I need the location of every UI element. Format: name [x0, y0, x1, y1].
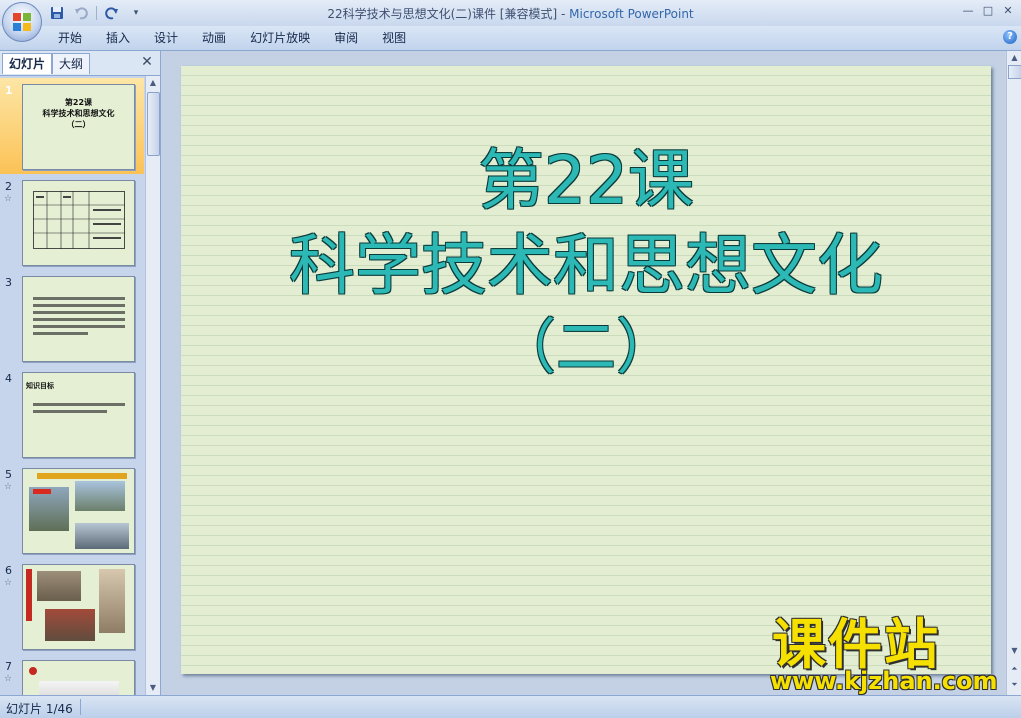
slide-thumbnail-4[interactable]: 4 知识目标: [0, 366, 144, 462]
window-title: 22科学技术与思想文化(二)课件 [兼容模式] - Microsoft Powe…: [0, 5, 1021, 22]
slide-thumbnail-1[interactable]: 1 第22课 科学技术和思想文化 （二）: [0, 78, 144, 174]
thumbnails-scrollbar[interactable]: ▲ ▼: [145, 76, 160, 695]
slides-pane: 幻灯片 大纲 ✕ 1 第22课 科学技术和思想文化 （二） 2 ☆ 3 4 知识…: [0, 51, 161, 695]
tab-outline[interactable]: 大纲: [52, 53, 91, 74]
tab-insert[interactable]: 插入: [94, 26, 142, 50]
tab-view[interactable]: 视图: [370, 26, 418, 50]
thumbnail-image: [22, 660, 135, 695]
scroll-up-icon[interactable]: ▲: [147, 77, 159, 89]
scrollbar-thumb[interactable]: [147, 92, 160, 156]
transition-icon: ☆: [4, 674, 13, 684]
previous-slide-icon[interactable]: ⏶: [1008, 663, 1021, 675]
scroll-up-icon[interactable]: ▲: [1008, 52, 1021, 64]
thumbnail-photo: [45, 609, 95, 641]
help-icon[interactable]: ?: [1003, 30, 1017, 44]
slide-indicator: 幻灯片 1/46: [6, 702, 73, 716]
window-controls: — □ ✕: [959, 2, 1017, 18]
tab-design[interactable]: 设计: [142, 26, 190, 50]
thumbnail-banner: [33, 489, 51, 494]
thumbnail-image: [22, 180, 135, 266]
slide-title-line-3[interactable]: （二）: [181, 310, 991, 386]
thumbnail-image: [22, 276, 135, 362]
slide-scrollbar[interactable]: ▲ ▼ ⏶ ⏷: [1006, 51, 1021, 695]
watermark: 课件站 www.kjzhan.com: [770, 613, 1000, 696]
thumbnail-image: 知识目标: [22, 372, 135, 458]
tab-home[interactable]: 开始: [46, 26, 94, 50]
next-slide-icon[interactable]: ⏷: [1008, 679, 1021, 691]
thumbnail-photo: [39, 681, 119, 695]
slide-title-line-2[interactable]: 科学技术和思想文化: [181, 226, 991, 306]
application-name: Microsoft PowerPoint: [569, 7, 694, 21]
thumbnail-photo: [37, 571, 81, 601]
tab-review[interactable]: 审阅: [322, 26, 370, 50]
thumbnail-photo: [99, 569, 125, 633]
scrollbar-thumb[interactable]: [1008, 65, 1021, 79]
pane-tabs: 幻灯片 大纲 ✕: [0, 51, 160, 76]
slide-thumbnail-6[interactable]: 6 ☆: [0, 558, 144, 654]
thumbnail-image: [22, 564, 135, 650]
slide-number: 6: [5, 564, 12, 577]
transition-icon: ☆: [4, 578, 13, 588]
slide-thumbnails: 1 第22课 科学技术和思想文化 （二） 2 ☆ 3 4 知识目标 5 ☆ 6 …: [0, 76, 144, 695]
status-bar: 幻灯片 1/46: [0, 695, 1021, 718]
close-button[interactable]: ✕: [999, 2, 1017, 18]
slide-thumbnail-7[interactable]: 7 ☆: [0, 654, 144, 695]
title-separator: -: [557, 7, 570, 21]
thumbnail-title-line: 第22课: [64, 98, 93, 107]
slide-number: 3: [5, 276, 12, 289]
slide-thumbnail-5[interactable]: 5 ☆: [0, 462, 144, 558]
tab-slide-show[interactable]: 幻灯片放映: [238, 26, 322, 50]
slide-thumbnail-2[interactable]: 2 ☆: [0, 174, 144, 270]
slide-thumbnail-3[interactable]: 3: [0, 270, 144, 366]
thumbnail-heading: 知识目标: [26, 382, 54, 390]
slide-number: 1: [5, 84, 13, 97]
office-button[interactable]: [2, 2, 42, 42]
slide-number: 7: [5, 660, 12, 673]
thumbnail-table: [33, 191, 125, 249]
watermark-url: www.kjzhan.com: [770, 667, 998, 695]
thumbnail-title: 第22课 科学技术和思想文化 （二）: [23, 97, 134, 130]
thumbnail-banner: [37, 473, 127, 479]
thumbnail-photo: [75, 481, 125, 511]
thumbnail-photo: [75, 523, 129, 549]
thumbnail-logo: [29, 667, 37, 675]
thumbnail-text-block: [33, 403, 125, 417]
document-name: 22科学技术与思想文化(二)课件 [兼容模式]: [327, 7, 558, 21]
current-slide[interactable]: 第22课 科学技术和思想文化 （二）: [181, 66, 991, 674]
transition-icon: ☆: [4, 482, 13, 492]
transition-icon: ☆: [4, 194, 13, 204]
title-bar: ▾ 22科学技术与思想文化(二)课件 [兼容模式] - Microsoft Po…: [0, 0, 1021, 26]
slide-title-line-1[interactable]: 第22课: [181, 141, 991, 221]
status-separator: [80, 699, 81, 715]
minimize-button[interactable]: —: [959, 2, 977, 18]
close-pane-icon[interactable]: ✕: [140, 54, 154, 70]
ribbon-tab-bar: 开始 插入 设计 动画 幻灯片放映 审阅 视图 ?: [0, 26, 1021, 51]
slide-number: 4: [5, 372, 12, 385]
slide-number: 2: [5, 180, 12, 193]
scroll-down-icon[interactable]: ▼: [147, 682, 159, 694]
watermark-title: 课件站: [772, 613, 940, 676]
tab-animations[interactable]: 动画: [190, 26, 238, 50]
office-logo-icon: [13, 13, 31, 31]
thumbnail-title-line: （二）: [66, 120, 91, 129]
ribbon-tabs: 开始 插入 设计 动画 幻灯片放映 审阅 视图: [46, 26, 418, 50]
thumbnail-image: 第22课 科学技术和思想文化 （二）: [22, 84, 135, 170]
maximize-button[interactable]: □: [979, 2, 997, 18]
thumbnail-image: [22, 468, 135, 554]
thumbnail-text-block: [33, 297, 125, 339]
thumbnail-title-line: 科学技术和思想文化: [42, 109, 115, 118]
thumbnail-banner: [26, 569, 32, 621]
slide-editing-area: 第22课 科学技术和思想文化 （二）: [161, 51, 1005, 695]
scroll-down-icon[interactable]: ▼: [1008, 645, 1021, 657]
slide-number: 5: [5, 468, 12, 481]
tab-slides[interactable]: 幻灯片: [2, 53, 53, 74]
